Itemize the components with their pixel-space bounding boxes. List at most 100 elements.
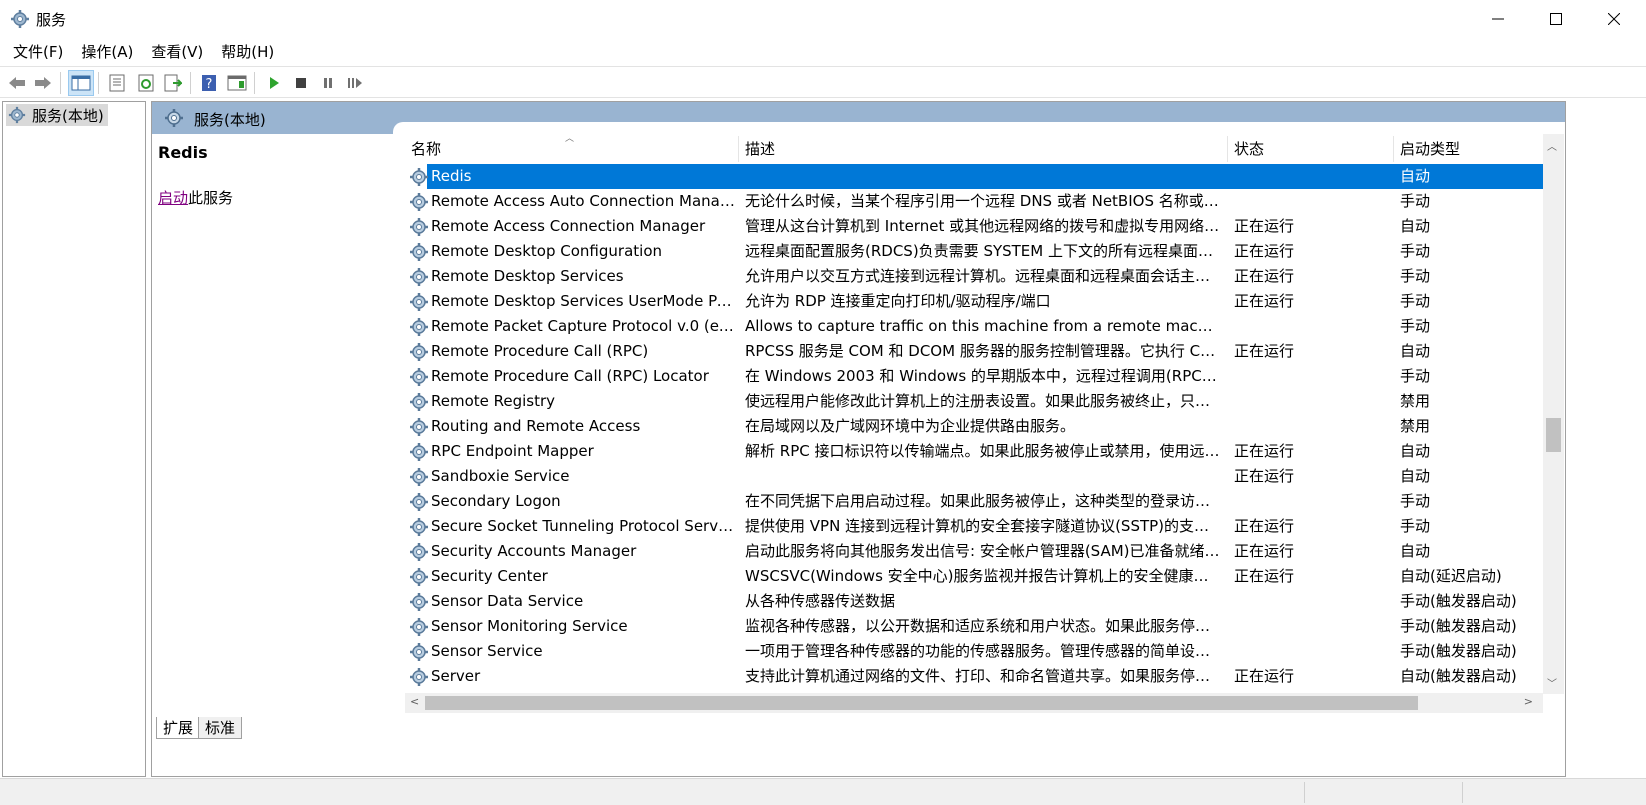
service-name: Remote Desktop Services <box>431 267 624 285</box>
tree-node-services-local[interactable]: 服务(本地) <box>6 104 108 126</box>
service-gear-icon <box>409 367 429 387</box>
column-header-status[interactable]: 状态 <box>1228 136 1394 162</box>
service-row[interactable]: Remote Procedure Call (RPC) RPCSS 服务是 COM… <box>405 339 1565 364</box>
service-action-suffix: 此服务 <box>188 189 234 207</box>
service-row[interactable]: Remote Access Auto Connection Manager 无论什… <box>405 189 1565 214</box>
service-row[interactable]: Secondary Logon 在不同凭据下启用启动过程。如果此服务被停止，这种类… <box>405 489 1565 514</box>
help-icon: ? <box>202 75 216 92</box>
service-row[interactable]: Remote Procedure Call (RPC) Locator 在 Win… <box>405 364 1565 389</box>
service-row[interactable]: Remote Desktop Services 允许用户以交互方式连接到远程计算机… <box>405 264 1565 289</box>
details-pane: 服务(本地) Redis 启动此服务 名称 ︿ 描述 状态 启动类型 Redis… <box>151 101 1566 777</box>
service-row[interactable]: Remote Desktop Configuration 远程桌面配置服务(RDC… <box>405 239 1565 264</box>
service-status: 正在运行 <box>1234 242 1295 260</box>
forward-button[interactable] <box>30 70 56 96</box>
service-name: Remote Access Connection Manager <box>431 217 706 235</box>
vertical-scroll-thumb[interactable] <box>1546 418 1561 452</box>
service-name: Redis <box>431 167 472 185</box>
scroll-right-icon[interactable]: > <box>1524 695 1533 708</box>
service-gear-icon <box>409 317 429 337</box>
back-button[interactable] <box>4 70 30 96</box>
service-row[interactable]: Sensor Service 一项用于管理各种传感器的功能的传感器服务。管理传感器… <box>405 639 1565 664</box>
service-gear-icon <box>409 342 429 362</box>
start-service-link[interactable]: 启动 <box>158 189 188 207</box>
service-name: Remote Packet Capture Protocol v.0 (expe… <box>431 317 737 335</box>
tab-extended[interactable]: 扩展 <box>156 717 201 739</box>
show-hide-tree-icon <box>71 75 91 91</box>
service-name: Sandboxie Service <box>431 467 570 485</box>
svg-text:?: ? <box>206 77 213 92</box>
column-header-name[interactable]: 名称 ︿ <box>405 134 739 162</box>
close-button[interactable] <box>1585 0 1643 38</box>
tab-standard[interactable]: 标准 <box>198 717 243 739</box>
export-list-button[interactable] <box>160 70 186 96</box>
service-row[interactable]: Routing and Remote Access 在局域网以及广域网环境中为企业… <box>405 414 1565 439</box>
service-name: Secondary Logon <box>431 492 561 510</box>
menu-action[interactable]: 操作(A) <box>73 38 141 66</box>
service-row[interactable]: RPC Endpoint Mapper 解析 RPC 接口标识符以传输端点。如果此… <box>405 439 1565 464</box>
service-startup-type: 禁用 <box>1400 417 1431 435</box>
maximize-button[interactable] <box>1527 0 1585 38</box>
service-name: Security Center <box>431 567 548 585</box>
service-startup-type: 手动 <box>1400 267 1431 285</box>
status-bar <box>0 778 1646 805</box>
service-startup-type: 手动(触发器启动) <box>1400 642 1517 660</box>
service-row[interactable]: Remote Desktop Services UserMode Port Re… <box>405 289 1565 314</box>
menu-file[interactable]: 文件(F) <box>5 38 71 66</box>
service-startup-type: 手动(触发器启动) <box>1400 617 1517 635</box>
service-status: 正在运行 <box>1234 267 1295 285</box>
service-status: 正在运行 <box>1234 467 1295 485</box>
service-status: 正在运行 <box>1234 342 1295 360</box>
service-gear-icon <box>409 167 429 187</box>
scroll-down-icon[interactable]: ﹀ <box>1547 675 1557 690</box>
properties-button[interactable] <box>104 70 130 96</box>
column-header-startup-type[interactable]: 启动类型 <box>1394 136 1565 162</box>
console-tree: 服务(本地) <box>2 101 146 777</box>
service-row[interactable]: Sensor Data Service 从各种传感器传送数据 手动(触发器启动) <box>405 589 1565 614</box>
horizontal-scrollbar[interactable]: < > <box>405 693 1543 713</box>
service-name: Sensor Service <box>431 642 543 660</box>
service-startup-type: 手动(触发器启动) <box>1400 592 1517 610</box>
service-name: Secure Socket Tunneling Protocol Service <box>431 517 737 535</box>
show-hide-action-icon <box>227 75 247 91</box>
services-list: 名称 ︿ 描述 状态 启动类型 Redis 自动 Remote Access Aut… <box>405 134 1565 694</box>
service-status: 正在运行 <box>1234 667 1295 685</box>
service-gear-icon <box>409 567 429 587</box>
service-row[interactable]: Sandboxie Service 正在运行 自动 <box>405 464 1565 489</box>
vertical-scrollbar[interactable]: ︿ ﹀ <box>1543 134 1564 694</box>
service-name: Remote Procedure Call (RPC) <box>431 342 649 360</box>
service-row[interactable]: Remote Registry 使远程用户能修改此计算机上的注册表设置。如果此服务… <box>405 389 1565 414</box>
menu-view[interactable]: 查看(V) <box>143 38 211 66</box>
service-row[interactable]: Server 支持此计算机通过网络的文件、打印、和命名管道共享。如果服务停止，..… <box>405 664 1565 689</box>
stop-service-icon <box>296 78 306 88</box>
help-button[interactable]: ? <box>196 70 222 96</box>
stop-service-button[interactable] <box>288 70 314 96</box>
service-name: Remote Access Auto Connection Manager <box>431 192 737 210</box>
pause-service-button[interactable] <box>315 70 341 96</box>
service-description: 提供使用 VPN 连接到远程计算机的安全套接字隧道协议(SSTP)的支持。... <box>745 517 1221 535</box>
refresh-button[interactable] <box>133 70 159 96</box>
service-row[interactable]: Security Accounts Manager 启动此服务将向其他服务发出信号… <box>405 539 1565 564</box>
show-hide-action-button[interactable] <box>224 70 250 96</box>
service-gear-icon <box>409 492 429 512</box>
start-service-icon <box>270 77 279 89</box>
service-row[interactable]: Redis 自动 <box>405 164 1565 189</box>
minimize-button[interactable] <box>1469 0 1527 38</box>
service-row[interactable]: Security Center WSCSVC(Windows 安全中心)服务监视并… <box>405 564 1565 589</box>
selected-service-title: Redis <box>158 143 208 162</box>
column-header-description[interactable]: 描述 <box>739 136 1228 162</box>
service-row[interactable]: Remote Access Connection Manager 管理从这台计算机… <box>405 214 1565 239</box>
horizontal-scroll-thumb[interactable] <box>425 696 1418 710</box>
restart-service-button[interactable] <box>342 70 368 96</box>
service-description: 启动此服务将向其他服务发出信号: 安全帐户管理器(SAM)已准备就绪，可... <box>745 542 1221 560</box>
forward-icon <box>35 77 51 89</box>
show-hide-tree-button[interactable] <box>68 70 94 96</box>
menu-help[interactable]: 帮助(H) <box>213 38 282 66</box>
scroll-up-icon[interactable]: ︿ <box>1547 138 1557 153</box>
start-service-button[interactable] <box>261 70 287 96</box>
service-row[interactable]: Secure Socket Tunneling Protocol Service… <box>405 514 1565 539</box>
scroll-left-icon[interactable]: < <box>410 695 419 708</box>
service-description: 管理从这台计算机到 Internet 或其他远程网络的拨号和虚拟专用网络(VPN… <box>745 217 1221 235</box>
service-name: Remote Desktop Configuration <box>431 242 662 260</box>
service-row[interactable]: Remote Packet Capture Protocol v.0 (expe… <box>405 314 1565 339</box>
service-row[interactable]: Sensor Monitoring Service 监视各种传感器，以公开数据和适… <box>405 614 1565 639</box>
